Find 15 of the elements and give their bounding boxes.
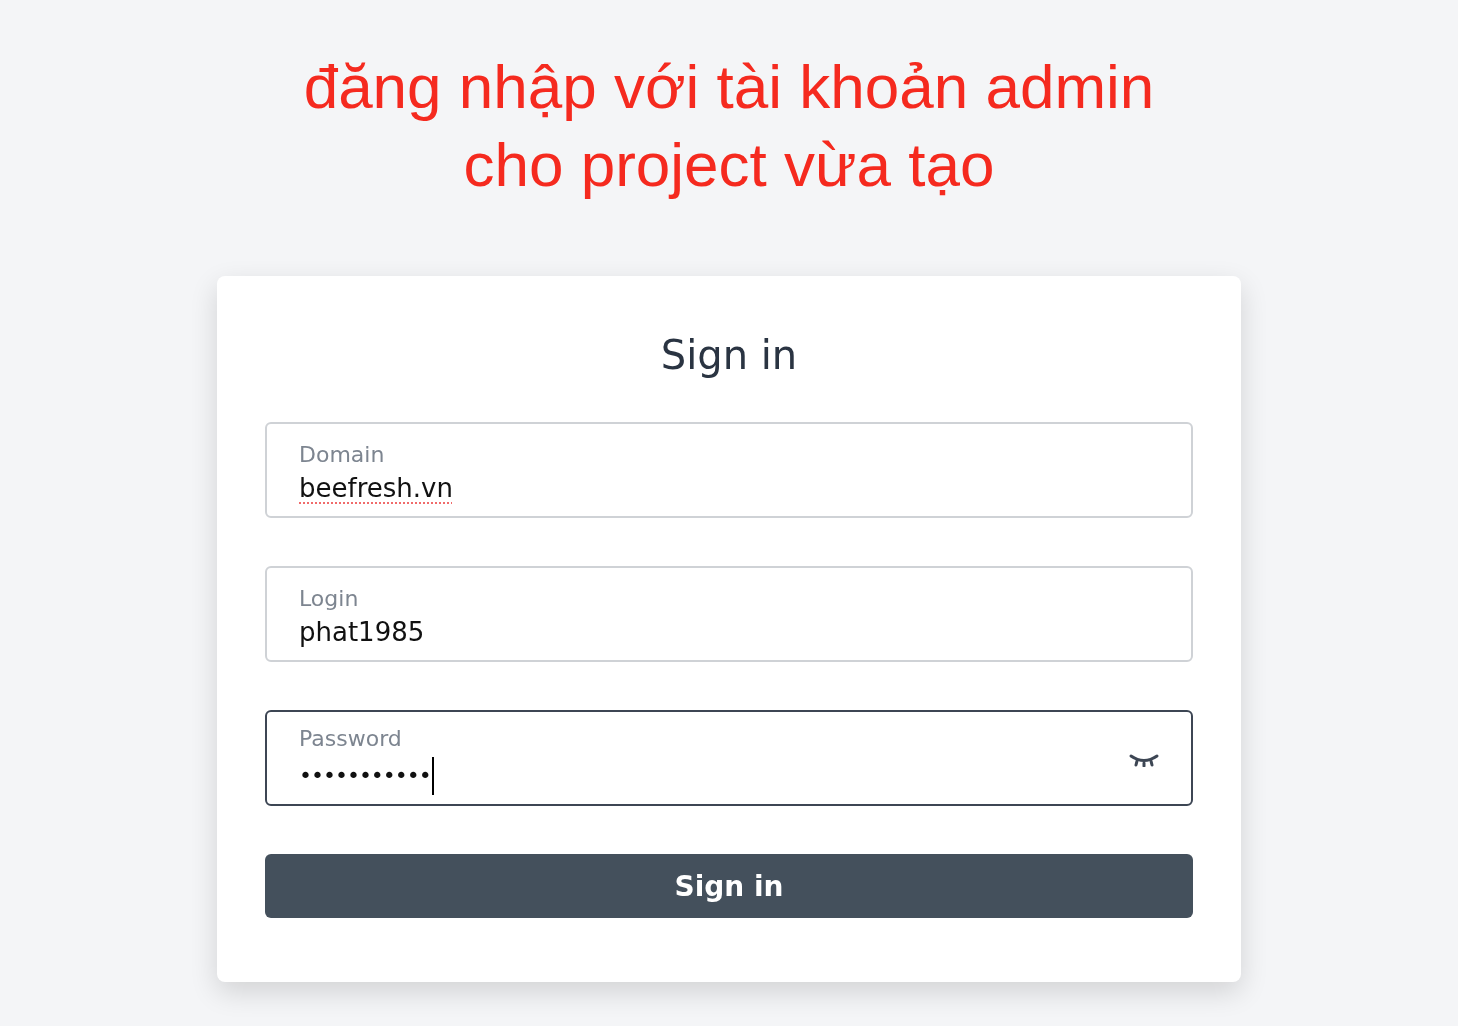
annotation-text: cho project vừa tạo [463, 129, 995, 201]
field-label: Domain [299, 441, 385, 467]
field-value: beefresh.vn [299, 472, 453, 503]
annotation-text: đăng nhập với tài khoản admin [303, 51, 1155, 123]
password-field[interactable]: Password ••••••••••• [265, 710, 1193, 806]
field-label: Password [299, 725, 402, 751]
closed-eye-icon[interactable] [1129, 753, 1159, 767]
text-cursor [431, 756, 434, 795]
sign-in-button[interactable]: Sign in [265, 854, 1193, 918]
input-field[interactable]: Login phat1985 [265, 566, 1193, 662]
card-title: Sign in [660, 332, 798, 378]
field-value: ••••••••••• [299, 763, 431, 788]
field-value: phat1985 [299, 616, 425, 647]
input-field[interactable]: Domain beefresh.vn [265, 422, 1193, 518]
field-label: Login [299, 585, 359, 611]
